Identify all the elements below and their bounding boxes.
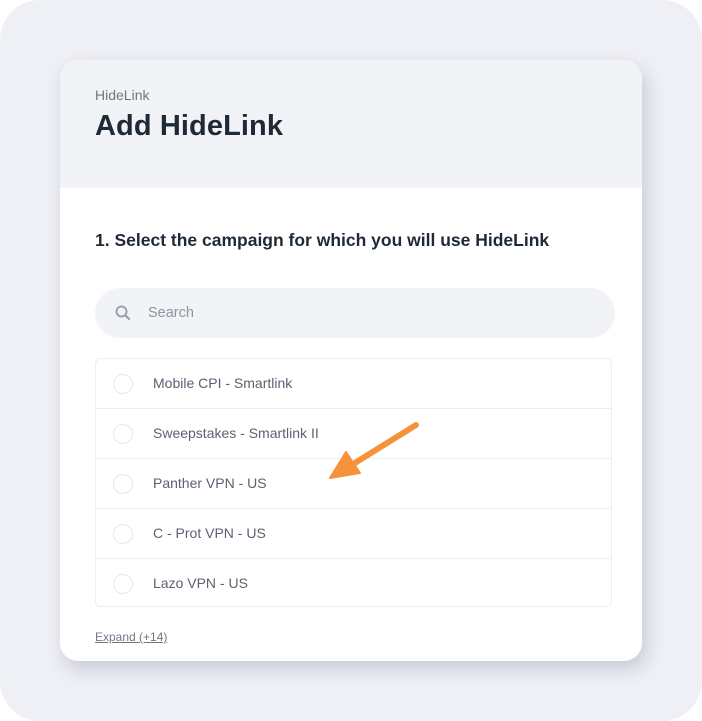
page-title: Add HideLink (95, 110, 284, 142)
radio-button[interactable] (113, 524, 133, 544)
campaign-label: Sweepstakes - Smartlink II (153, 425, 319, 441)
campaign-option-c-prot-vpn-us[interactable]: C - Prot VPN - US (96, 509, 611, 559)
radio-button[interactable] (113, 374, 133, 394)
search-icon (115, 305, 131, 321)
step-title: 1. Select the campaign for which you wil… (95, 230, 550, 250)
radio-button[interactable] (113, 474, 133, 494)
campaign-label: Mobile CPI - Smartlink (153, 375, 293, 391)
campaign-label: Panther VPN - US (153, 475, 267, 491)
pointer-arrow-icon (329, 422, 419, 479)
expand-link[interactable]: Expand (+14) (95, 630, 167, 644)
campaign-label: C - Prot VPN - US (153, 525, 266, 541)
add-hidelink-card: HideLink Add HideLink 1. Select the camp… (60, 60, 642, 661)
radio-button[interactable] (113, 574, 133, 594)
campaign-option-lazo-vpn-us[interactable]: Lazo VPN - US (96, 559, 611, 606)
breadcrumb[interactable]: HideLink (95, 87, 149, 103)
radio-button[interactable] (113, 424, 133, 444)
campaign-label: Lazo VPN - US (153, 575, 248, 591)
search-box[interactable] (95, 288, 615, 338)
card-header: HideLink Add HideLink (60, 60, 642, 188)
search-input[interactable] (148, 288, 588, 338)
campaign-option-mobile-cpi-smartlink[interactable]: Mobile CPI - Smartlink (96, 359, 611, 409)
